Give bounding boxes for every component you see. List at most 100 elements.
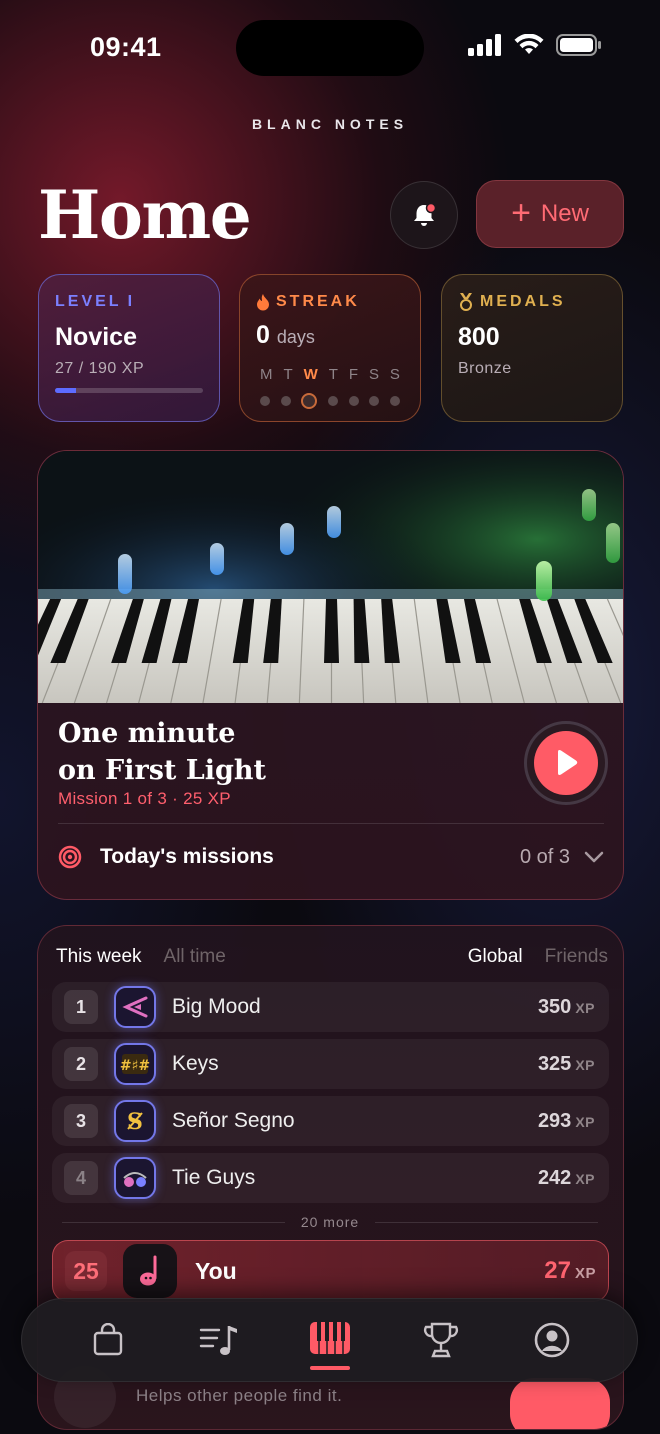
wifi-icon xyxy=(514,34,544,54)
medals-card[interactable]: MEDALS 800 Bronze xyxy=(441,274,623,422)
brand-wordmark: BLANC NOTES xyxy=(251,116,409,132)
notifications-button[interactable] xyxy=(390,181,458,249)
mission-title-line1: One minute xyxy=(58,718,236,749)
tab-library[interactable] xyxy=(189,1310,249,1370)
streak-day-dot xyxy=(327,396,338,406)
tie-guys-avatar-icon xyxy=(114,1157,156,1199)
weekday-label: T xyxy=(328,366,338,383)
mission-title: One minute on First Light xyxy=(58,715,266,789)
level-value: Novice xyxy=(55,323,137,351)
segno-avatar-icon: S xyxy=(114,1100,156,1142)
streak-unit: days xyxy=(276,327,315,347)
new-button-label: New xyxy=(540,200,589,227)
new-button[interactable]: + New xyxy=(476,180,624,248)
player-xp: 350 XP xyxy=(538,996,595,1019)
tab-global[interactable]: Global xyxy=(468,946,523,968)
play-button-fill xyxy=(534,731,598,795)
player-name: Big Mood xyxy=(172,995,261,1018)
streak-day-dot xyxy=(301,393,318,409)
rank-badge: 3 xyxy=(64,1104,98,1138)
player-xp-value: 293 xyxy=(537,1109,572,1132)
streak-day-dot xyxy=(280,396,291,406)
weekday-label: S xyxy=(389,366,400,383)
leaderboard-row[interactable]: 3 S Señor Segno 293XP xyxy=(52,1096,609,1146)
tab-shop[interactable] xyxy=(78,1310,138,1370)
more-players-divider[interactable]: 20 more xyxy=(62,1214,599,1230)
play-icon xyxy=(558,750,578,775)
hint-action-button[interactable] xyxy=(510,1378,610,1429)
weekday-label: M xyxy=(260,366,273,383)
player-name: Señor Segno xyxy=(172,1109,295,1132)
music-list-icon xyxy=(199,1326,237,1355)
leaderboard-row[interactable]: 1 Big Mood 350 XP xyxy=(52,982,609,1032)
streak-count: 0 xyxy=(256,321,270,349)
player-xp-value: 242 xyxy=(537,1166,572,1189)
player-xp: 325 XP xyxy=(538,1053,595,1076)
medals-tier: Bronze xyxy=(458,360,512,377)
player-xp: 242 XP xyxy=(538,1167,595,1190)
xp-unit: XP xyxy=(575,999,595,1016)
streak-day-dot xyxy=(348,396,359,406)
flame-icon xyxy=(257,293,269,310)
tab-friends[interactable]: Friends xyxy=(545,946,608,968)
tab-play[interactable] xyxy=(300,1310,360,1370)
streak-weekdays: MTWTFSS xyxy=(256,366,404,383)
page-title: Home xyxy=(38,176,252,254)
leaderboard-row[interactable]: 4 Tie Guys 242 XP xyxy=(52,1153,609,1203)
player-xp-value: 325 xyxy=(537,1052,572,1075)
streak-label: STREAK xyxy=(276,293,360,310)
player-name: Tie Guys xyxy=(172,1166,256,1189)
mission-card[interactable]: One minute on First Light Mission 1 of 3… xyxy=(37,450,624,900)
battery-icon xyxy=(556,34,601,56)
leaderboard-tabs: This week All time Global Friends xyxy=(56,946,608,968)
svg-text:#♯#: #♯# xyxy=(120,1058,150,1074)
weekday-label: W xyxy=(303,366,318,383)
rank-badge: 4 xyxy=(64,1161,98,1195)
player-xp: 293 XP xyxy=(538,1110,595,1133)
mission-divider xyxy=(58,823,604,824)
chevron-down-icon xyxy=(584,851,604,863)
trophy-icon xyxy=(423,1322,458,1358)
big-mood-avatar-icon xyxy=(114,986,156,1028)
piano-scene-illustration xyxy=(38,451,623,703)
streak-dots xyxy=(256,393,404,409)
leaderboard-row[interactable]: 2 #♯# Keys 325 XP xyxy=(52,1039,609,1089)
profile-icon xyxy=(534,1322,569,1358)
xp-unit: XP xyxy=(575,1056,595,1073)
rank-badge: 2 xyxy=(64,1047,98,1081)
weekday-label: S xyxy=(368,366,379,383)
todays-missions-count: 0 of 3 xyxy=(519,845,570,868)
level-xp: 27 / 190 XP xyxy=(55,360,145,377)
you-row[interactable]: 25 You 27 XP xyxy=(52,1240,609,1302)
play-mission-button[interactable] xyxy=(524,721,608,805)
dynamic-island xyxy=(236,20,424,76)
tab-leaderboard[interactable] xyxy=(411,1310,471,1370)
status-icons xyxy=(468,34,602,56)
you-xp-value: 27 xyxy=(544,1257,571,1284)
player-name: Keys xyxy=(172,1052,219,1075)
piano-icon xyxy=(309,1322,350,1354)
weekday-label: F xyxy=(348,366,358,383)
medals-value: 800 xyxy=(458,323,500,351)
hint-text: Helps other people find it. xyxy=(136,1386,343,1405)
level-label: LEVEL xyxy=(55,293,122,310)
status-time: 09:41 xyxy=(90,32,162,62)
target-icon xyxy=(58,845,82,869)
bag-icon xyxy=(93,1323,122,1356)
bell-icon xyxy=(414,202,437,226)
streak-day-dot xyxy=(389,396,400,406)
plus-icon: + xyxy=(511,193,531,232)
medals-label: MEDALS xyxy=(480,293,566,310)
bottom-tab-bar xyxy=(21,1298,638,1382)
todays-missions-toggle[interactable]: Today's missions 0 of 3 xyxy=(58,845,604,869)
tab-all-time[interactable]: All time xyxy=(164,946,226,968)
mission-title-line2: on First Light xyxy=(58,755,266,786)
tab-this-week[interactable]: This week xyxy=(56,946,142,968)
level-card[interactable]: LEVEL I Novice 27 / 190 XP xyxy=(38,274,220,422)
tab-profile[interactable] xyxy=(522,1310,582,1370)
xp-unit: XP xyxy=(574,1265,596,1282)
xp-unit: XP xyxy=(575,1113,595,1130)
todays-missions-label: Today's missions xyxy=(100,845,274,868)
streak-card[interactable]: STREAK 0 days MTWTFSS xyxy=(239,274,421,422)
you-rank-badge: 25 xyxy=(65,1251,107,1291)
